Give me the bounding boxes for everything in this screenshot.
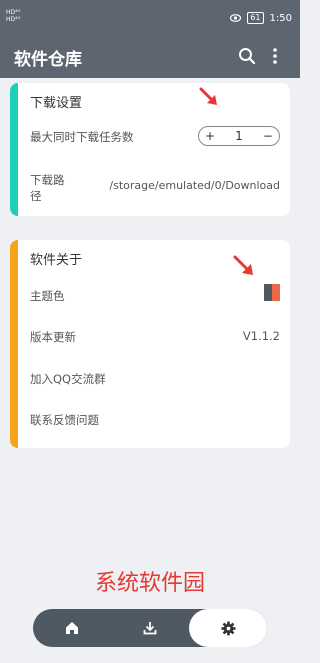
watermark: 系统软件园: [94, 571, 205, 596]
max-tasks-stepper[interactable]: + 1 −: [198, 126, 280, 146]
bottom-nav: [33, 609, 267, 647]
card-accent: [10, 240, 18, 448]
stepper-value: 1: [235, 129, 243, 143]
download-path-value[interactable]: /storage/emulated/0/Download: [109, 179, 280, 192]
search-icon: [239, 48, 256, 65]
download-icon: [143, 622, 157, 635]
status-bar: HD⁴ᴳ HD⁴ᴳ 61 1:50: [0, 0, 300, 34]
version-update-label: 版本更新: [30, 330, 76, 344]
download-settings-card: 下载设置 最大同时下载任务数 + 1 − 下载路 径 /storage/emul…: [10, 83, 290, 216]
increment-button[interactable]: +: [205, 129, 215, 143]
decrement-button[interactable]: −: [263, 129, 273, 143]
battery-indicator: 61: [247, 12, 264, 24]
more-button[interactable]: [263, 44, 287, 68]
app-bar: 软件仓库: [0, 34, 300, 78]
nav-settings[interactable]: [189, 609, 267, 647]
page-title: 软件仓库: [14, 50, 82, 70]
eye-icon: [230, 14, 242, 22]
card-title: 下载设置: [30, 96, 83, 111]
more-vertical-icon: [273, 48, 277, 64]
card-title: 软件关于: [30, 253, 83, 268]
red-arrow-icon: [199, 87, 217, 105]
search-button[interactable]: [235, 44, 259, 68]
card-accent: [10, 83, 18, 216]
version-value: V1.1.2: [242, 329, 280, 343]
nav-home[interactable]: [33, 609, 111, 647]
max-tasks-label: 最大同时下载任务数: [30, 130, 134, 144]
signal-indicators: HD⁴ᴳ HD⁴ᴳ: [6, 9, 21, 23]
theme-color-label: 主题色: [30, 289, 65, 303]
clock: 1:50: [269, 12, 292, 24]
theme-color-swatch[interactable]: [264, 284, 280, 301]
feedback-item[interactable]: 联系反馈问题: [30, 412, 99, 428]
nav-download[interactable]: [111, 609, 189, 647]
home-icon: [66, 622, 78, 634]
download-path-label: 下载路 径: [30, 173, 65, 203]
join-qq-group-item[interactable]: 加入QQ交流群: [30, 371, 106, 387]
settings-icon: [220, 620, 236, 636]
red-arrow-icon: [233, 255, 253, 275]
